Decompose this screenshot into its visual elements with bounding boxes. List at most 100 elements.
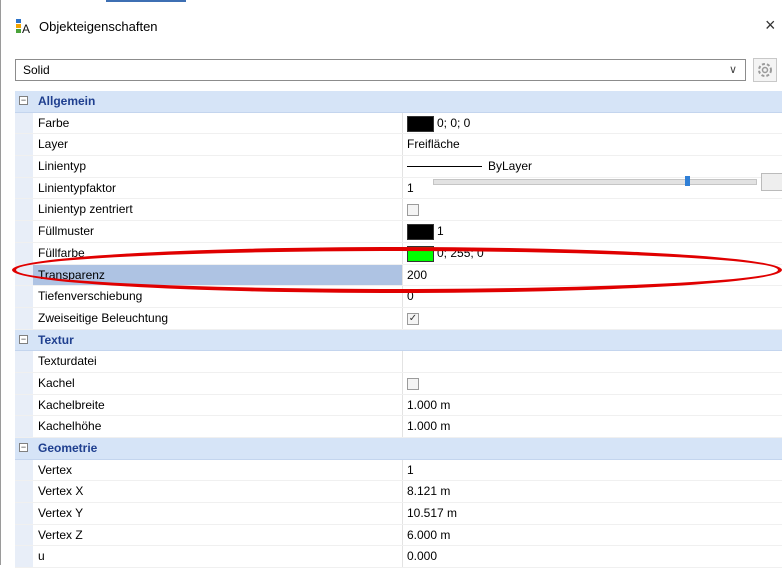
category-gutter: −: [15, 329, 33, 351]
row-gutter: [15, 481, 33, 503]
close-icon[interactable]: ×: [765, 15, 776, 35]
row-gutter: [15, 416, 33, 437]
row-gutter: [15, 351, 33, 372]
color-swatch: [407, 223, 434, 240]
property-value: 0; 0; 0: [437, 115, 471, 130]
property-value: 6.000 m: [407, 527, 451, 542]
color-swatch: [407, 245, 434, 262]
property-row[interactable]: Füllmuster 1: [15, 221, 782, 243]
property-value-cell[interactable]: 1.000 m: [403, 416, 782, 437]
property-value-cell[interactable]: ByLayer: [403, 156, 782, 177]
slider-spin-button[interactable]: [761, 173, 782, 191]
property-value-cell[interactable]: ✓: [403, 308, 782, 329]
property-name[interactable]: Vertex: [33, 459, 403, 481]
property-value: 1: [407, 180, 414, 195]
property-row[interactable]: Füllfarbe 0; 255; 0: [15, 242, 782, 265]
property-name[interactable]: Layer: [33, 134, 403, 156]
property-name[interactable]: Linientyp zentriert: [33, 199, 403, 221]
property-row[interactable]: Linientyp zentriert: [15, 199, 782, 222]
collapse-icon[interactable]: −: [19, 96, 28, 105]
title-bar[interactable]: A Objekteigenschaften ×: [1, 0, 782, 52]
property-name[interactable]: Kachelbreite: [33, 394, 403, 416]
row-gutter: [15, 134, 33, 156]
property-row[interactable]: Vertex 1: [15, 459, 782, 482]
property-value-cell[interactable]: Freifläche: [403, 134, 782, 155]
property-name[interactable]: Vertex Z: [33, 524, 403, 546]
property-name[interactable]: Vertex Y: [33, 503, 403, 524]
property-value-cell[interactable]: 0: [403, 286, 782, 307]
property-value-cell[interactable]: 1: [403, 460, 782, 481]
property-row[interactable]: Vertex X 8.121 m: [15, 481, 782, 504]
property-value: 1: [407, 462, 414, 477]
property-value-cell[interactable]: [403, 373, 782, 394]
category-textur[interactable]: − Textur: [15, 329, 782, 352]
property-value: 0: [407, 289, 414, 304]
checkbox[interactable]: ✓: [407, 312, 419, 325]
checkbox[interactable]: [407, 204, 419, 217]
property-name[interactable]: Zweiseitige Beleuchtung: [33, 307, 403, 329]
property-value-cell[interactable]: [403, 199, 782, 220]
property-row[interactable]: Layer Freifläche: [15, 134, 782, 157]
property-value: Freifläche: [407, 137, 460, 152]
object-type-select[interactable]: Solid ∨: [15, 59, 746, 81]
property-value-cell[interactable]: 1.000 m: [403, 395, 782, 416]
category-label: Geometrie: [38, 441, 98, 455]
category-gutter: −: [15, 91, 33, 112]
property-value-cell[interactable]: 0.000: [403, 546, 782, 567]
property-name[interactable]: Farbe: [33, 112, 403, 134]
property-value-cell[interactable]: 0; 0; 0: [403, 113, 782, 134]
row-gutter: [15, 242, 33, 264]
row-gutter: [15, 156, 33, 177]
svg-text:A: A: [22, 22, 30, 35]
property-name[interactable]: Linientypfaktor: [33, 177, 403, 199]
transparency-slider[interactable]: [433, 176, 757, 186]
property-row[interactable]: Kachelbreite 1.000 m: [15, 394, 782, 417]
property-row[interactable]: Kachel: [15, 372, 782, 395]
property-name[interactable]: Transparenz: [33, 264, 403, 286]
category-geometrie[interactable]: − Geometrie: [15, 438, 782, 460]
property-name[interactable]: u: [33, 546, 403, 568]
slider-thumb[interactable]: [685, 176, 690, 186]
property-row[interactable]: Farbe 0; 0; 0: [15, 112, 782, 135]
category-gutter: −: [15, 438, 33, 459]
property-name[interactable]: Vertex X: [33, 481, 403, 503]
property-row[interactable]: Texturdatei: [15, 351, 782, 373]
property-row[interactable]: Kachelhöhe 1.000 m: [15, 416, 782, 438]
property-row[interactable]: Vertex Y 10.517 m: [15, 503, 782, 525]
properties-window: A Objekteigenschaften × Solid ∨ − Allgem…: [0, 0, 782, 568]
property-row[interactable]: Vertex Z 6.000 m: [15, 524, 782, 547]
property-name[interactable]: Texturdatei: [33, 351, 403, 372]
property-name[interactable]: Tiefenverschiebung: [33, 286, 403, 307]
property-name[interactable]: Linientyp: [33, 156, 403, 177]
property-name[interactable]: Kachel: [33, 372, 403, 394]
property-value-cell[interactable]: 8.121 m: [403, 481, 782, 502]
chevron-down-icon[interactable]: ∨: [729, 63, 737, 76]
row-gutter: [15, 199, 33, 221]
settings-button[interactable]: [753, 58, 777, 82]
category-allgemein[interactable]: − Allgemein: [15, 91, 782, 113]
row-gutter: [15, 524, 33, 546]
property-value-cell[interactable]: 1: [403, 221, 782, 242]
property-value: 200: [407, 267, 428, 282]
collapse-icon[interactable]: −: [19, 334, 28, 344]
app-icon: A: [16, 19, 30, 35]
property-row[interactable]: Linientyp ByLayer: [15, 156, 782, 178]
property-name[interactable]: Kachelhöhe: [33, 416, 403, 437]
property-name[interactable]: Füllmuster: [33, 221, 403, 242]
collapse-icon[interactable]: −: [19, 443, 28, 452]
property-value-cell[interactable]: 200: [403, 265, 782, 286]
property-row[interactable]: Tiefenverschiebung 0: [15, 286, 782, 308]
category-label: Textur: [38, 332, 74, 347]
property-value-cell[interactable]: 6.000 m: [403, 525, 782, 546]
row-gutter: [15, 221, 33, 242]
property-value: 1.000 m: [407, 419, 451, 434]
property-value-cell[interactable]: 0; 255; 0: [403, 243, 782, 264]
property-row[interactable]: Zweiseitige Beleuchtung ✓: [15, 307, 782, 330]
window-title: Objekteigenschaften: [39, 19, 158, 34]
checkbox[interactable]: [407, 377, 419, 390]
property-value-cell[interactable]: [403, 351, 782, 372]
row-gutter: [15, 307, 33, 329]
property-value-cell[interactable]: 10.517 m: [403, 503, 782, 524]
property-name[interactable]: Füllfarbe: [33, 242, 403, 264]
property-row[interactable]: Transparenz 200: [15, 264, 782, 287]
